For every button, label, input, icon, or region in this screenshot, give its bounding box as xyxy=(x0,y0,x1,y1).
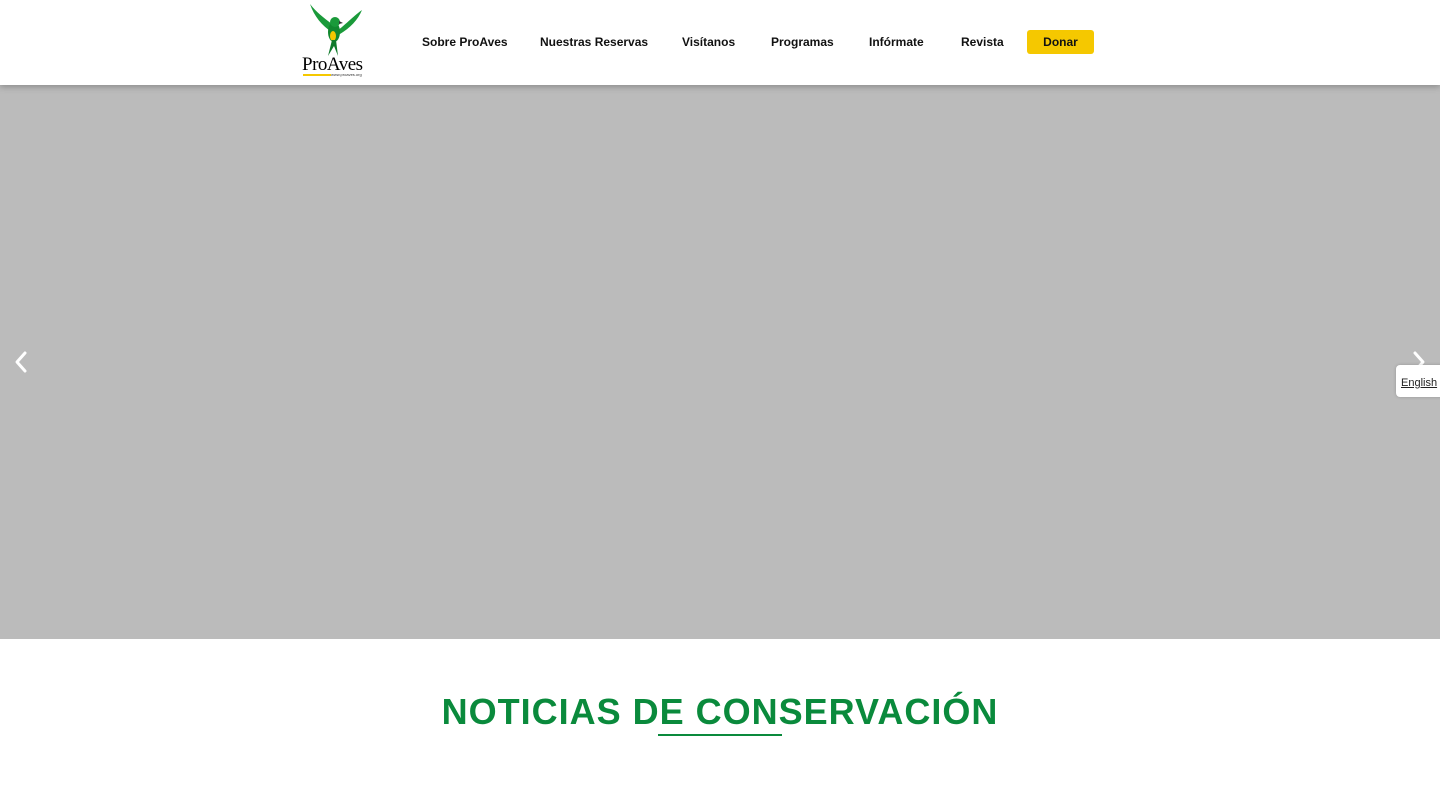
hero-slider xyxy=(0,85,1440,639)
news-title-underline xyxy=(658,734,782,736)
parrot-logo-icon xyxy=(310,4,362,56)
logo-url-text: www.proaves.org xyxy=(331,72,362,77)
chevron-left-icon xyxy=(15,351,27,373)
nav-item-informate[interactable]: Infórmate xyxy=(869,33,924,51)
nav-item-sobre-proaves[interactable]: Sobre ProAves xyxy=(422,33,508,51)
site-header: ProAves www.proaves.org Sobre ProAves Nu… xyxy=(0,0,1440,85)
language-switcher[interactable]: English xyxy=(1396,365,1440,397)
nav-item-nuestras-reservas[interactable]: Nuestras Reservas xyxy=(540,33,648,51)
language-label: English xyxy=(1401,377,1438,389)
donate-button[interactable]: Donar xyxy=(1027,30,1094,54)
nav-item-programas[interactable]: Programas xyxy=(771,33,834,51)
slider-prev-button[interactable] xyxy=(9,349,33,375)
news-section-title: NOTICIAS DE CONSERVACIÓN xyxy=(441,691,999,732)
nav-item-revista[interactable]: Revista xyxy=(961,33,1004,51)
proaves-logo[interactable]: ProAves www.proaves.org xyxy=(300,2,366,80)
nav-item-visitanos[interactable]: Visítanos xyxy=(682,33,735,51)
logo-underline xyxy=(303,74,331,76)
